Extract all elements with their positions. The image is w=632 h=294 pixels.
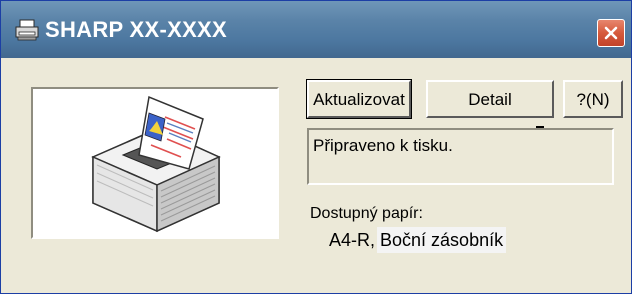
close-icon bbox=[604, 26, 618, 40]
status-text: Připraveno k tisku. bbox=[313, 136, 453, 155]
window-title: SHARP XX-XXXX bbox=[45, 17, 227, 42]
printer-illustration-panel bbox=[31, 87, 279, 239]
printer-illustration-icon bbox=[91, 95, 221, 233]
available-paper-value: A4-R, Boční zásobník bbox=[329, 227, 507, 253]
printer-status-window: SHARP XX-XXXX Aktualizovat Detail ?(N) P… bbox=[0, 0, 632, 294]
status-box: Připraveno k tisku. bbox=[307, 128, 614, 185]
detail-button[interactable]: Detail bbox=[426, 80, 554, 118]
paper-tray: Boční zásobník bbox=[377, 227, 507, 253]
paper-size: A4-R, bbox=[329, 230, 376, 250]
help-button[interactable]: ?(N) bbox=[563, 80, 623, 118]
available-paper-label: Dostupný papír: bbox=[310, 205, 423, 222]
printer-icon bbox=[15, 19, 39, 41]
update-button[interactable]: Aktualizovat bbox=[306, 79, 412, 119]
title-bar[interactable]: SHARP XX-XXXX bbox=[1, 1, 631, 58]
close-button[interactable] bbox=[597, 19, 625, 47]
